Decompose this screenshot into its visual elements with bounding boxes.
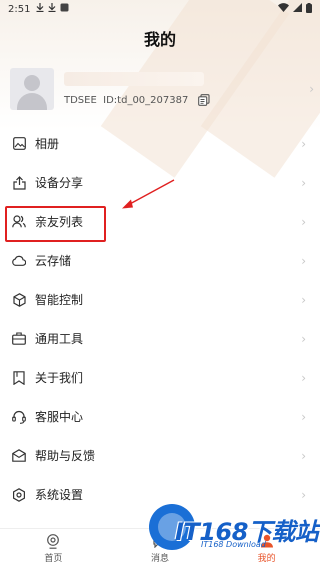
page-title: 我的: [143, 30, 176, 49]
signal-icon: [293, 3, 302, 15]
chevron-right-icon: ›: [301, 370, 306, 385]
headset-icon: [12, 410, 26, 424]
chevron-right-icon: ›: [301, 136, 306, 151]
menu-item-help-feedback[interactable]: 帮助与反馈 ›: [0, 436, 320, 475]
bookmark-icon: [12, 370, 26, 385]
chevron-right-icon: ›: [301, 409, 306, 424]
menu-item-device-share[interactable]: 设备分享 ›: [0, 163, 320, 202]
chevron-right-icon: ›: [301, 175, 306, 190]
nav-item-home[interactable]: 首页: [0, 529, 107, 568]
profile-info: TDSEE ID:td_00_207387 ›: [64, 68, 314, 112]
it168-watermark-logo: IT168下载站 IT168 Download: [145, 498, 320, 558]
download-icon: [48, 3, 56, 15]
download-icon: [36, 3, 44, 15]
menu-item-label: 客服中心: [35, 410, 84, 424]
chevron-right-icon: ›: [301, 331, 306, 346]
menu-item-label: 帮助与反馈: [35, 449, 96, 463]
watermark-sub-text: IT168 Download: [201, 540, 266, 549]
screen: 2:51 我的 TDSEE ID:td_00_207387 › 相册 › 设备分…: [0, 0, 320, 568]
cube-icon: [12, 292, 26, 307]
chevron-right-icon: ›: [301, 214, 306, 229]
chevron-right-icon: ›: [301, 253, 306, 268]
copy-icon[interactable]: [198, 94, 210, 106]
menu-item-label: 相册: [35, 137, 60, 151]
annotation-highlight-box: [5, 206, 106, 242]
share-icon: [12, 175, 26, 190]
profile-id-text: TDSEE ID:td_00_207387: [64, 94, 189, 106]
menu-item-label: 系统设置: [35, 488, 84, 502]
feedback-icon: [12, 449, 26, 463]
blurred-username: [64, 72, 204, 86]
toolbox-icon: [12, 332, 26, 346]
menu-item-customer-service[interactable]: 客服中心 ›: [0, 397, 320, 436]
menu-item-general-tools[interactable]: 通用工具 ›: [0, 319, 320, 358]
status-system-icons: [278, 2, 312, 16]
menu-item-smart-control[interactable]: 智能控制 ›: [0, 280, 320, 319]
settings-menu: 相册 › 设备分享 › 亲友列表 › 云存储 › 智能控制 › 通用工具 › 关…: [0, 124, 320, 514]
app-icon: [60, 3, 69, 15]
menu-item-label: 设备分享: [35, 176, 84, 190]
status-notification-icons: [36, 3, 69, 15]
menu-item-about-us[interactable]: 关于我们 ›: [0, 358, 320, 397]
menu-item-album[interactable]: 相册 ›: [0, 124, 320, 163]
menu-item-cloud-storage[interactable]: 云存储 ›: [0, 241, 320, 280]
profile-id-row: TDSEE ID:td_00_207387: [64, 94, 210, 106]
camera-home-icon: [45, 533, 61, 549]
menu-item-label: 智能控制: [35, 293, 84, 307]
wifi-icon: [278, 3, 289, 15]
settings-icon: [12, 487, 26, 502]
cloud-icon: [12, 254, 26, 268]
battery-icon: [306, 2, 312, 16]
chevron-right-icon: ›: [309, 82, 314, 96]
nav-item-label: 首页: [44, 554, 63, 564]
menu-item-label: 通用工具: [35, 332, 84, 346]
status-time: 2:51: [8, 3, 31, 15]
avatar-placeholder-icon[interactable]: [10, 68, 54, 110]
chevron-right-icon: ›: [301, 292, 306, 307]
album-icon: [12, 137, 26, 151]
profile-card[interactable]: TDSEE ID:td_00_207387 ›: [10, 68, 314, 112]
status-bar: 2:51: [0, 0, 320, 18]
menu-item-label: 关于我们: [35, 371, 84, 385]
chevron-right-icon: ›: [301, 448, 306, 463]
menu-item-label: 云存储: [35, 254, 72, 268]
